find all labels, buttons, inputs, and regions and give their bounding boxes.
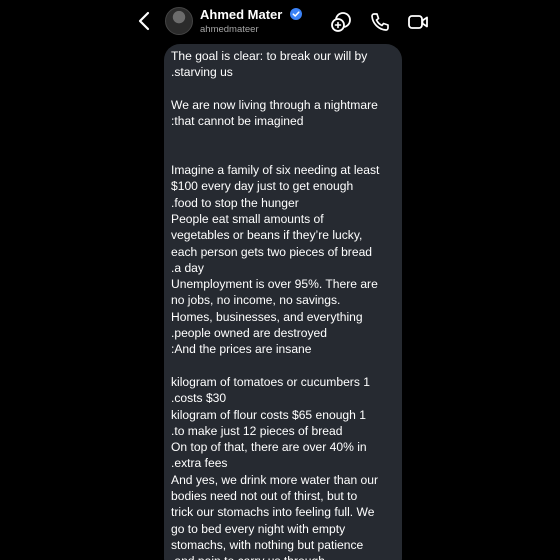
message-line: :that cannot be imagined — [171, 114, 304, 129]
conversation-header: Ahmed Mater ahmedmateer — [118, 0, 442, 42]
message-line: :And the prices are insane — [171, 342, 312, 357]
contact-username: ahmedmateer — [200, 24, 259, 35]
message-line: .people owned are destroyed — [171, 326, 327, 341]
message-line: .and pain to carry us through — [171, 553, 402, 560]
message-line: trick our stomachs into feeling full. We — [171, 505, 375, 520]
message-line: no jobs, no income, no savings. — [171, 293, 341, 308]
avatar[interactable] — [165, 7, 193, 35]
message-line — [171, 129, 402, 145]
verified-badge-icon — [289, 8, 302, 20]
message-line: We are now living through a nightmare — [171, 97, 378, 112]
message-line: .to make just 12 pieces of bread — [171, 423, 343, 438]
message-line: Unemployment is over 95%. There are — [171, 277, 378, 292]
message-line — [171, 358, 402, 374]
message-line: Homes, businesses, and everything — [171, 309, 363, 324]
message-line: On top of that, there are over 40% in — [171, 440, 367, 455]
message-line: kilogram of tomatoes or cucumbers 1 — [171, 374, 370, 389]
message-line: vegetables or beans if they’re lucky, — [171, 228, 363, 243]
contact-display-name: Ahmed Mater — [200, 7, 283, 22]
message-line: The goal is clear: to break our will by — [171, 49, 368, 63]
message-line: go to bed every night with empty — [171, 521, 346, 536]
dm-conversation-screen: Ahmed Mater ahmedmateer The goal is clea… — [118, 0, 442, 560]
message-line: .extra fees — [171, 456, 228, 471]
message-line: People eat small amounts of — [171, 211, 324, 226]
message-line: $100 every day just to get enough — [171, 179, 354, 194]
message-line: Imagine a family of six needing at least — [171, 163, 380, 178]
message-line: stomachs, with nothing but patience — [171, 537, 364, 552]
phone-icon[interactable] — [369, 11, 391, 33]
message-line: bodies need not out of thirst, but to — [171, 489, 358, 504]
chevron-left-icon[interactable] — [136, 10, 154, 32]
message-text: The goal is clear: to break our will by.… — [171, 48, 402, 560]
video-camera-icon[interactable] — [407, 11, 429, 33]
message-bubble[interactable]: The goal is clear: to break our will by.… — [164, 44, 402, 560]
message-line: .food to stop the hunger — [171, 195, 299, 210]
message-line: kilogram of flour costs $65 enough 1 — [171, 407, 366, 422]
message-line: .a day — [171, 260, 204, 275]
message-line — [171, 146, 402, 162]
message-line: each person gets two pieces of bread — [171, 244, 373, 259]
message-line — [171, 81, 402, 97]
contact-name-row[interactable]: Ahmed Mater — [200, 7, 302, 23]
video-call-group-icon[interactable] — [330, 11, 352, 33]
message-line: And yes, we drink more water than our — [171, 472, 379, 487]
message-line: .starving us — [171, 65, 233, 80]
message-line: .costs $30 — [171, 391, 227, 406]
